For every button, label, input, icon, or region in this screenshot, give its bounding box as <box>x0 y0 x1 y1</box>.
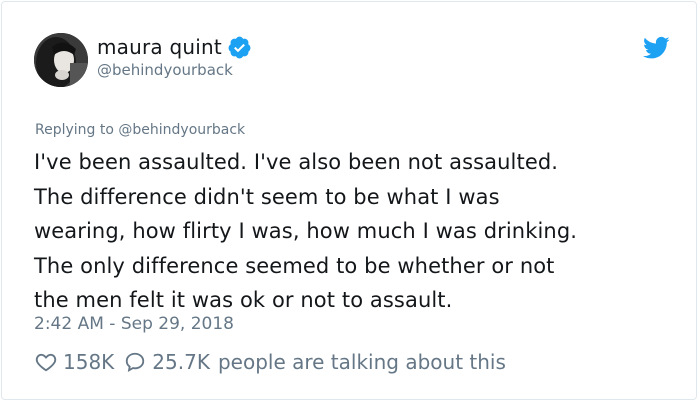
author-display-name[interactable]: maura quint <box>97 35 222 59</box>
tweet-card[interactable]: maura quint @behindyourback Replying to … <box>1 1 697 400</box>
reply-count[interactable]: 25.7K <box>152 350 210 374</box>
engagement-bar: 158K 25.7K people are talking about this <box>35 347 506 377</box>
author-handle[interactable]: @behindyourback <box>97 61 233 79</box>
reply-context-prefix: Replying to <box>35 122 114 138</box>
speech-bubble-icon[interactable] <box>124 351 146 373</box>
talking-label[interactable]: people are talking about this <box>218 350 506 374</box>
avatar[interactable] <box>34 33 88 87</box>
heart-icon[interactable] <box>35 351 57 373</box>
verified-badge-icon <box>227 35 252 60</box>
avatar-photo <box>34 33 88 87</box>
like-count[interactable]: 158K <box>63 350 114 374</box>
author-name-row[interactable]: maura quint <box>97 34 252 60</box>
reply-context: Replying to @behindyourback <box>35 122 245 138</box>
tweet-text: I've been assaulted. I've also been not … <box>34 150 578 312</box>
twitter-bird-icon[interactable] <box>643 36 670 60</box>
tweet-timestamp[interactable]: 2:42 AM - Sep 29, 2018 <box>34 314 234 334</box>
reply-context-handle[interactable]: @behindyourback <box>118 122 245 138</box>
